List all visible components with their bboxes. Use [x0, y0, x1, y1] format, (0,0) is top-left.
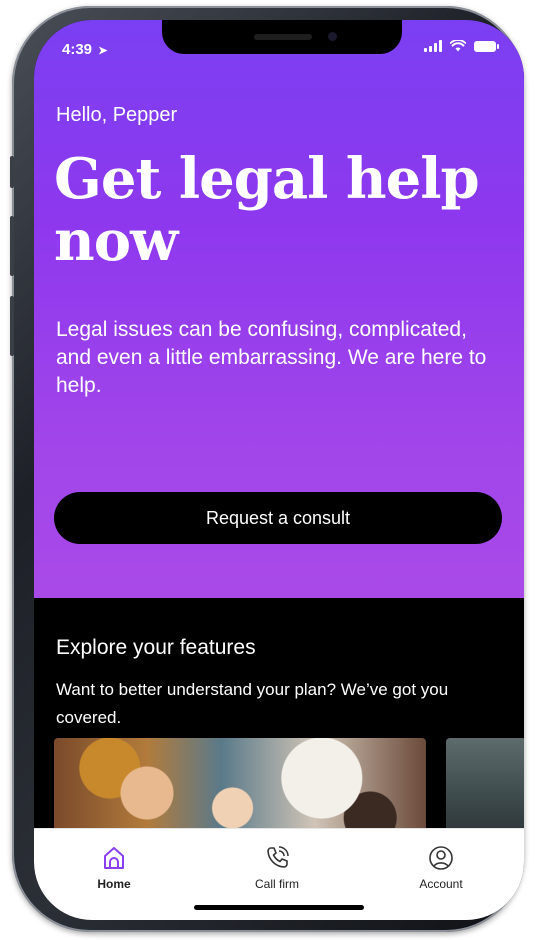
features-title: Explore your features	[56, 636, 256, 659]
home-icon	[104, 847, 124, 869]
hero-subtext: Legal issues can be confusing, complicat…	[56, 318, 487, 397]
volume-up-button	[10, 216, 14, 276]
hero-section: 4:39 ➤ Hello, Pepper Get legal help now …	[34, 20, 524, 598]
notch	[162, 20, 402, 54]
tab-home[interactable]: Home	[59, 843, 169, 891]
tab-account-label: Account	[419, 877, 463, 891]
location-arrow-icon: ➤	[98, 45, 108, 57]
silent-switch	[10, 156, 14, 188]
status-time-text: 4:39	[62, 41, 93, 58]
features-description: Want to better understand your plan? We’…	[56, 680, 449, 727]
feature-card-family-photo[interactable]	[54, 738, 426, 838]
phone-screen: 4:39 ➤ Hello, Pepper Get legal help now …	[34, 20, 524, 920]
greeting-text: Hello, Pepper	[56, 104, 178, 126]
tab-call-firm[interactable]: Call firm	[222, 843, 332, 891]
battery-icon	[474, 40, 499, 52]
tab-call-firm-label: Call firm	[255, 877, 299, 891]
speaker	[254, 34, 312, 40]
phone-icon	[267, 846, 289, 868]
tab-home-label: Home	[97, 877, 131, 891]
camera	[328, 32, 337, 41]
home-indicator	[194, 905, 364, 910]
tab-account[interactable]: Account	[386, 843, 496, 891]
status-time: 4:39 ➤	[62, 41, 107, 58]
account-icon	[429, 846, 453, 870]
page-headline: Get legal help now	[54, 146, 480, 274]
status-icons	[424, 40, 499, 52]
feature-card-next[interactable]	[446, 738, 524, 838]
volume-down-button	[10, 296, 14, 356]
request-consult-button[interactable]: Request a consult	[54, 492, 502, 544]
signal-icon	[424, 40, 442, 52]
wifi-icon	[450, 40, 466, 52]
bottom-tab-bar: Home Call firm Account	[34, 828, 524, 920]
